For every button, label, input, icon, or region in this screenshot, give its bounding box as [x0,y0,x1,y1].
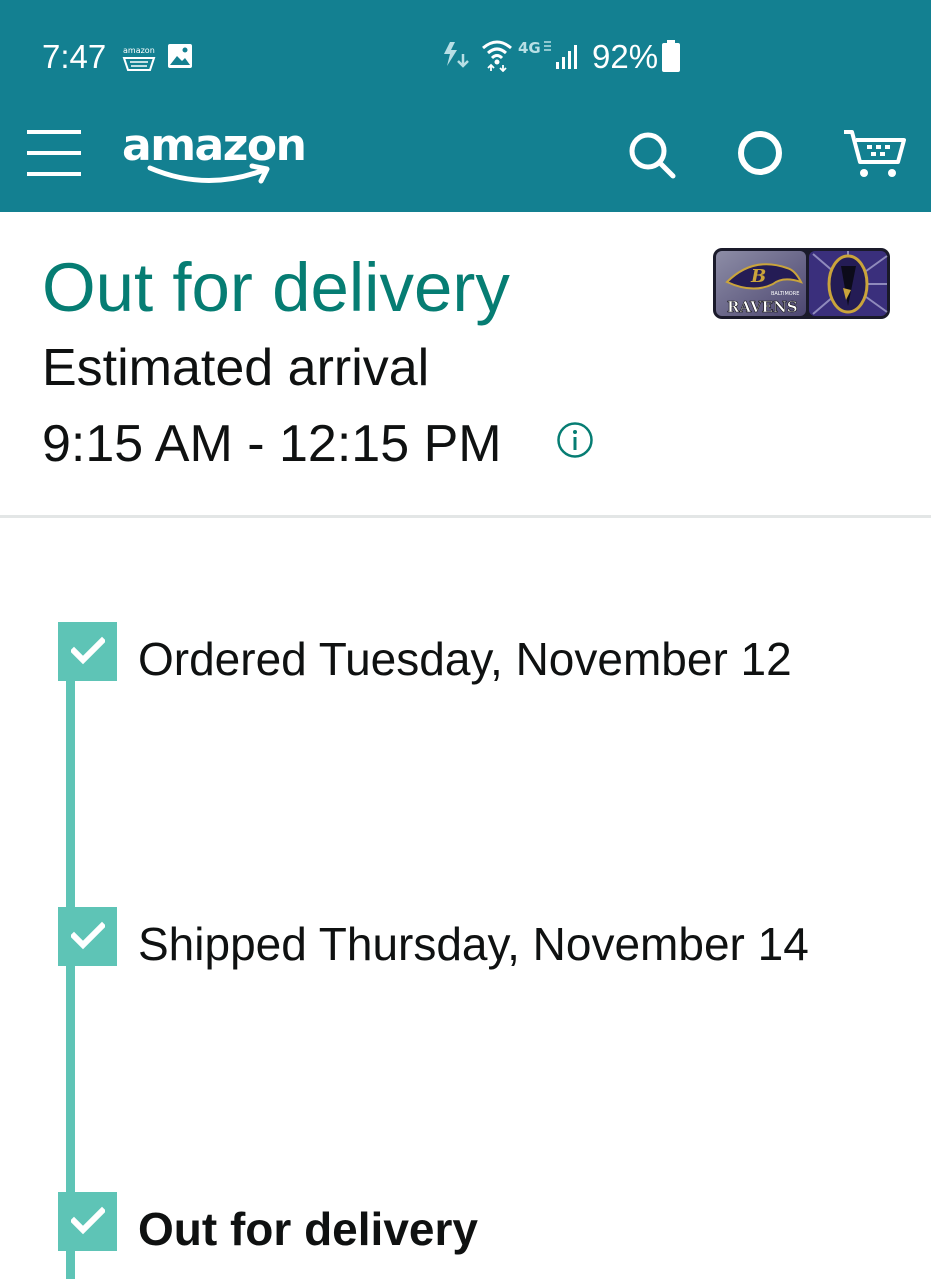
data-saver-icon [442,40,470,75]
step-check-out-for-delivery [58,1192,117,1251]
step-label-shipped: Shipped Thursday, November 14 [138,918,809,970]
svg-text:RAVENS: RAVENS [727,298,798,316]
delivery-status-title: Out for delivery [42,249,510,326]
check-icon [71,1206,105,1235]
estimated-arrival-window: 9:15 AM - 12:15 PM [42,415,502,473]
search-button[interactable] [627,130,677,180]
signal-icon [555,44,581,75]
svg-text:amazon: amazon [123,46,155,55]
estimated-arrival-label: Estimated arrival [42,339,430,397]
status-time: 7:47 [42,38,107,75]
check-icon [71,636,105,665]
step-label-out-for-delivery: Out for delivery [138,1203,478,1255]
alexa-icon [738,131,782,175]
wifi-icon [481,38,513,77]
section-divider [0,515,931,518]
product-thumbnail[interactable]: B BALTIMORE RAVENS [713,248,890,319]
arrival-info-button[interactable] [556,421,594,459]
search-icon [629,132,676,179]
info-icon [557,422,593,458]
svg-text:BALTIMORE: BALTIMORE [771,291,799,297]
amazon-app-icon: amazon [122,44,156,79]
step-check-shipped [58,907,117,966]
image-icon [167,43,193,74]
check-icon [71,921,105,950]
svg-text:B: B [750,266,766,287]
cart-icon [844,130,906,177]
alexa-button[interactable] [736,129,786,179]
battery-icon [662,40,680,77]
svg-text:4G: 4G [518,39,541,57]
menu-button[interactable] [27,128,83,178]
menu-icon [27,130,81,176]
4g-lte-icon: 4G [518,39,552,62]
app-header: 7:47 amazon 4G 92% amazon [0,0,931,212]
step-label-ordered: Ordered Tuesday, November 12 [138,633,792,685]
cart-button[interactable] [842,128,908,180]
battery-percent: 92% [592,38,659,75]
step-check-ordered [58,622,117,681]
amazon-smile-icon [147,163,270,184]
ravens-sunshade-image: B BALTIMORE RAVENS [713,248,890,319]
amazon-logo[interactable]: amazon [122,120,307,184]
